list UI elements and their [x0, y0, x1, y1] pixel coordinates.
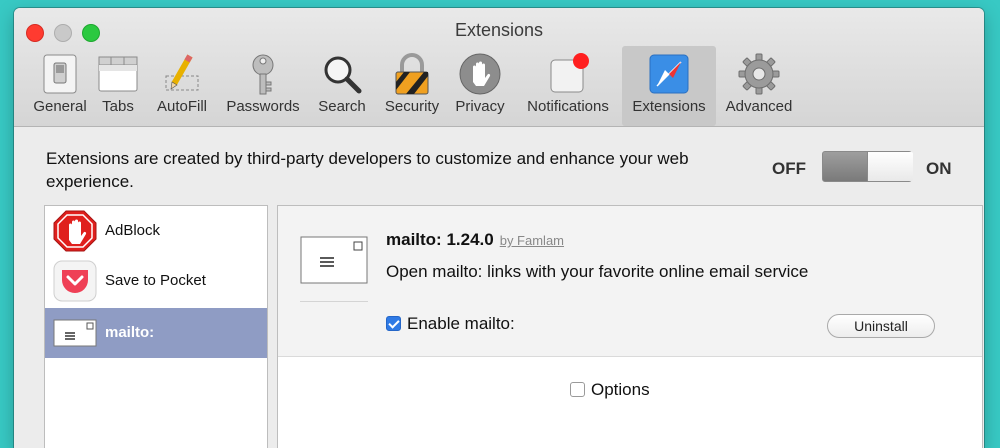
extension-name: AdBlock: [105, 222, 161, 239]
tab-search[interactable]: Search: [312, 46, 372, 126]
titlebar: Extensions General Tabs AutoFill Passwor…: [14, 8, 984, 127]
gear-icon: [738, 53, 780, 95]
switch-off-label: OFF: [772, 159, 806, 178]
tab-privacy[interactable]: Privacy: [450, 46, 510, 126]
tab-notifications-label: Notifications: [527, 98, 609, 115]
tab-advanced-label: Advanced: [725, 98, 793, 115]
preferences-toolbar: General Tabs AutoFill Passwords Search S…: [14, 46, 984, 126]
extensions-description: Extensions are created by third-party de…: [46, 149, 689, 191]
tab-autofill-label: AutoFill: [156, 98, 208, 115]
tab-tabs-label: Tabs: [102, 98, 134, 115]
tab-security-label: Security: [384, 98, 440, 115]
extensions-toggle-switch[interactable]: [822, 151, 913, 182]
notification-badge-icon: [550, 53, 589, 93]
extension-item-mailto[interactable]: mailto:: [45, 308, 267, 358]
tab-security[interactable]: Security: [378, 46, 446, 126]
extension-name: Save to Pocket: [105, 272, 206, 289]
uninstall-button[interactable]: Uninstall: [827, 314, 935, 338]
preferences-window: Extensions General Tabs AutoFill Passwor…: [14, 8, 984, 448]
pocket-icon: [53, 260, 97, 302]
pencil-form-icon: [165, 54, 199, 91]
envelope-icon: [53, 319, 97, 347]
tab-notifications[interactable]: Notifications: [518, 46, 618, 126]
options-label: Options: [591, 380, 650, 399]
switch-knob[interactable]: [867, 152, 913, 181]
extension-author-link[interactable]: by Famlam: [500, 233, 564, 248]
options-checkbox[interactable]: [570, 382, 585, 397]
hand-icon: [459, 53, 501, 95]
envelope-icon: [300, 236, 368, 284]
magnifier-icon: [324, 56, 362, 94]
adblock-hand-icon: [53, 210, 97, 252]
tab-privacy-label: Privacy: [455, 98, 505, 115]
extension-item-adblock[interactable]: AdBlock: [45, 206, 267, 256]
tab-extensions-label: Extensions: [632, 98, 706, 115]
options-row[interactable]: Options: [570, 380, 650, 400]
extension-description: Open mailto: links with your favorite on…: [386, 262, 809, 281]
tab-tabs[interactable]: Tabs: [96, 46, 140, 126]
extensions-list: AdBlock Save to Pocket mailto:: [44, 205, 268, 448]
tab-extensions[interactable]: Extensions: [622, 46, 716, 126]
padlock-icon: [395, 53, 429, 95]
compass-icon: [649, 54, 689, 94]
extensions-pane: Extensions are created by third-party de…: [14, 127, 984, 448]
extension-name: mailto:: [105, 324, 155, 341]
enable-extension-row[interactable]: Enable mailto:: [386, 314, 515, 334]
tab-advanced[interactable]: Advanced: [718, 46, 800, 126]
tab-general[interactable]: General: [18, 46, 102, 126]
tab-general-label: General: [33, 98, 87, 115]
tab-passwords[interactable]: Passwords: [220, 46, 306, 126]
extension-title: mailto: 1.24.0 by Famlam: [386, 230, 564, 250]
key-icon: [252, 54, 274, 95]
tab-passwords-label: Passwords: [226, 98, 300, 115]
tab-search-label: Search: [318, 98, 366, 115]
window-title: Extensions: [454, 20, 544, 40]
icon-reflection-divider: [300, 301, 368, 302]
extension-item-save-to-pocket[interactable]: Save to Pocket: [45, 256, 267, 306]
general-switch-icon: [43, 54, 77, 94]
switch-on-label: ON: [926, 159, 952, 178]
extension-version-title: mailto: 1.24.0: [386, 230, 494, 249]
enable-extension-label: Enable mailto:: [407, 314, 515, 333]
enable-extension-checkbox[interactable]: [386, 316, 401, 331]
tab-autofill[interactable]: AutoFill: [150, 46, 214, 126]
extension-detail-panel: mailto: 1.24.0 by Famlam Open mailto: lin…: [277, 205, 983, 448]
extension-detail-header: mailto: 1.24.0 by Famlam Open mailto: lin…: [278, 206, 982, 357]
tabs-icon: [98, 56, 138, 92]
